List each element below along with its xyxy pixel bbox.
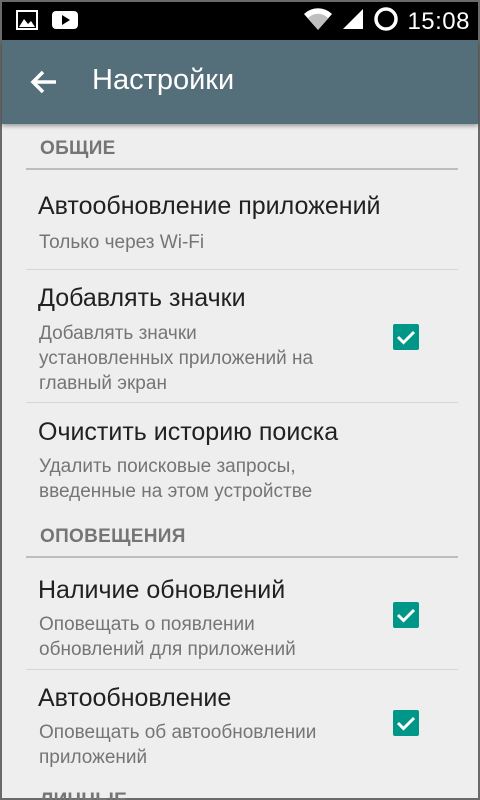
item-divider xyxy=(26,669,458,670)
section-divider xyxy=(26,556,458,558)
pref-title: Автообновление xyxy=(38,684,232,712)
add-icons-checkbox[interactable] xyxy=(393,324,419,350)
pref-summary: Добавлять значки установленных приложени… xyxy=(39,323,314,394)
check-icon xyxy=(396,608,416,623)
pref-summary: Оповещать об автообновлении приложений xyxy=(39,722,317,768)
pref-title: Наличие обновлений xyxy=(38,576,286,604)
pref-auto-update-notify[interactable]: Автообновление Оповещать об автообновлен… xyxy=(2,684,478,774)
auto-update-notify-checkbox[interactable] xyxy=(393,710,419,736)
pref-summary: Удалить поисковые запросы, введенные на … xyxy=(39,456,313,502)
back-button[interactable] xyxy=(24,64,64,100)
status-bar: 15:08 xyxy=(2,2,478,40)
check-icon xyxy=(396,716,416,731)
pref-clear-search-history[interactable]: Очистить историю поиска Удалить поисковы… xyxy=(2,418,478,502)
sync-icon xyxy=(373,6,399,37)
pref-title: Автообновление приложений xyxy=(38,192,381,220)
image-icon xyxy=(16,10,38,35)
pref-title: Добавлять значки xyxy=(38,284,246,312)
section-header-general: ОБЩИЕ xyxy=(40,138,116,159)
item-divider xyxy=(26,402,458,403)
section-header-personal: ЛИЧНЫЕ xyxy=(40,790,127,800)
signal-icon xyxy=(341,7,365,36)
pref-title: Очистить историю поиска xyxy=(38,418,339,446)
pref-updates-available[interactable]: Наличие обновлений Оповещать о появлении… xyxy=(2,576,478,666)
page-title: Настройки xyxy=(92,64,235,96)
check-icon xyxy=(396,330,416,345)
pref-summary: Только через Wi-Fi xyxy=(39,232,205,253)
pref-summary: Оповещать о появлении обновлений для при… xyxy=(39,614,296,660)
pref-add-icons[interactable]: Добавлять значки Добавлять значки устано… xyxy=(2,284,478,400)
youtube-icon xyxy=(52,10,78,35)
app-bar: Настройки xyxy=(2,40,478,124)
section-header-notifications: ОПОВЕЩЕНИЯ xyxy=(40,526,186,547)
updates-available-checkbox[interactable] xyxy=(393,602,419,628)
arrow-left-icon xyxy=(24,70,64,104)
item-divider xyxy=(26,269,458,270)
wifi-icon xyxy=(303,6,333,37)
settings-list[interactable]: ОБЩИЕ Автообновление приложений Только ч… xyxy=(2,124,478,800)
clock: 15:08 xyxy=(407,7,470,35)
section-divider xyxy=(26,168,458,170)
pref-auto-update-apps[interactable]: Автообновление приложений Только через W… xyxy=(2,192,478,268)
